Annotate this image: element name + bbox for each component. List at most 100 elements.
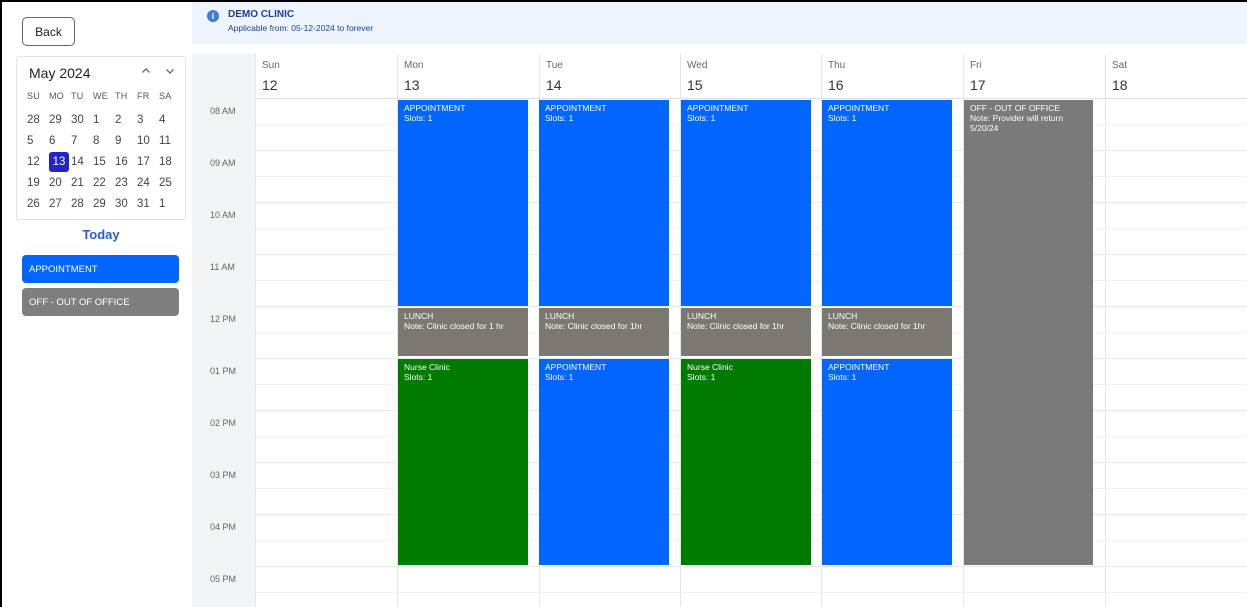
today-button[interactable]: Today bbox=[16, 227, 186, 242]
mini-calendar-day[interactable]: 25 bbox=[159, 173, 181, 193]
day-header-thu[interactable]: Thu 16 bbox=[821, 54, 963, 98]
mini-calendar-day[interactable]: 9 bbox=[115, 131, 137, 151]
event-detail: Slots: 1 bbox=[404, 372, 433, 382]
mini-calendar-day[interactable]: 1 bbox=[93, 110, 115, 130]
event-detail: Slots: 1 bbox=[545, 113, 574, 123]
day-date: 15 bbox=[687, 77, 703, 93]
main-panel: i DEMO CLINIC Applicable from: 05-12-202… bbox=[192, 2, 1247, 607]
mini-calendar-day[interactable]: 19 bbox=[27, 173, 49, 193]
event-appointment[interactable]: APPOINTMENT Slots: 1 bbox=[822, 359, 952, 565]
weekday-label: FR bbox=[137, 91, 150, 101]
chevron-down-icon[interactable] bbox=[165, 65, 175, 79]
mini-calendar-day[interactable]: 10 bbox=[137, 131, 159, 151]
mini-calendar-day[interactable]: 13 bbox=[49, 151, 69, 172]
applicable-range: Applicable from: 05-12-2024 to forever bbox=[228, 23, 374, 33]
time-label: 02 PM bbox=[210, 418, 237, 428]
mini-calendar-day[interactable]: 24 bbox=[137, 173, 159, 193]
legend-appointment[interactable]: APPOINTMENT bbox=[22, 255, 179, 283]
event-lunch[interactable]: LUNCH Note: Clinic closed for 1hr bbox=[681, 308, 811, 356]
day-date: 16 bbox=[828, 77, 844, 93]
event-appointment[interactable]: APPOINTMENT Slots: 1 bbox=[539, 100, 669, 306]
mini-calendar-day[interactable]: 27 bbox=[49, 194, 71, 214]
mini-calendar-day[interactable]: 15 bbox=[93, 152, 115, 172]
time-gutter: 08 AM 09 AM 10 AM 11 AM 12 PM 01 PM 02 P… bbox=[192, 54, 255, 607]
sidebar: Back May 2024 SU MO TU WE TH FR SA 28 29 3… bbox=[8, 2, 188, 607]
time-label: 12 PM bbox=[210, 314, 237, 324]
mini-calendar-day[interactable]: 20 bbox=[49, 173, 71, 193]
mini-calendar-month: May 2024 bbox=[29, 65, 91, 81]
day-header-sun[interactable]: Sun 12 bbox=[255, 54, 397, 98]
event-nurse-clinic[interactable]: Nurse Clinic Slots: 1 bbox=[398, 359, 528, 565]
legend-out-of-office[interactable]: OFF - OUT OF OFFICE bbox=[22, 288, 179, 316]
event-detail: Slots: 1 bbox=[687, 372, 716, 382]
app-frame: Back May 2024 SU MO TU WE TH FR SA 28 29 3… bbox=[0, 0, 1247, 607]
mini-calendar-day[interactable]: 7 bbox=[71, 131, 93, 151]
mini-calendar-day[interactable]: 3 bbox=[137, 110, 159, 130]
event-lunch[interactable]: LUNCH Note: Clinic closed for 1hr bbox=[822, 308, 952, 356]
event-detail: Note: Clinic closed for 1hr bbox=[687, 321, 785, 331]
day-date: 12 bbox=[262, 77, 278, 93]
mini-calendar-day[interactable]: 29 bbox=[49, 110, 71, 130]
mini-calendar-day[interactable]: 28 bbox=[27, 110, 49, 130]
event-appointment[interactable]: APPOINTMENT Slots: 1 bbox=[681, 100, 811, 306]
event-title: OFF - OUT OF OFFICE bbox=[970, 103, 1061, 113]
mini-calendar-weekdays: SU MO TU WE TH FR SA bbox=[27, 91, 181, 101]
event-appointment[interactable]: APPOINTMENT Slots: 1 bbox=[398, 100, 528, 306]
day-name: Wed bbox=[687, 60, 708, 71]
mini-calendar-day[interactable]: 2 bbox=[115, 110, 137, 130]
mini-calendar-day[interactable]: 30 bbox=[115, 194, 137, 214]
mini-calendar-day[interactable]: 8 bbox=[93, 131, 115, 151]
grid-line bbox=[255, 566, 1247, 567]
mini-calendar-day[interactable]: 17 bbox=[137, 152, 159, 172]
mini-calendar-day[interactable]: 12 bbox=[27, 152, 49, 172]
mini-calendar-day[interactable]: 28 bbox=[71, 194, 93, 214]
weekday-label: TU bbox=[71, 91, 84, 101]
day-header-wed[interactable]: Wed 15 bbox=[680, 54, 821, 98]
mini-calendar-day[interactable]: 14 bbox=[71, 152, 93, 172]
event-appointment[interactable]: APPOINTMENT Slots: 1 bbox=[822, 100, 952, 306]
event-lunch[interactable]: LUNCH Note: Clinic closed for 1hr bbox=[539, 308, 669, 356]
event-lunch[interactable]: LUNCH Note: Clinic closed for 1 hr bbox=[398, 308, 528, 356]
event-detail: Slots: 1 bbox=[687, 113, 716, 123]
weekday-label: SU bbox=[27, 91, 41, 101]
grid-line bbox=[255, 306, 1247, 307]
event-title: APPOINTMENT bbox=[828, 103, 890, 113]
time-label: 08 AM bbox=[210, 106, 236, 116]
event-title: Nurse Clinic bbox=[404, 362, 450, 372]
mini-calendar-day[interactable]: 23 bbox=[115, 173, 137, 193]
day-date: 13 bbox=[404, 77, 420, 93]
event-out-of-office[interactable]: OFF - OUT OF OFFICE Note: Provider will … bbox=[964, 100, 1093, 565]
mini-calendar-day[interactable]: 30 bbox=[71, 110, 93, 130]
mini-calendar-day[interactable]: 29 bbox=[93, 194, 115, 214]
mini-calendar-day[interactable]: 1 bbox=[159, 194, 181, 214]
event-title: APPOINTMENT bbox=[545, 362, 607, 372]
mini-calendar-day[interactable]: 21 bbox=[71, 173, 93, 193]
mini-calendar-day[interactable]: 16 bbox=[115, 152, 137, 172]
mini-calendar-day[interactable]: 26 bbox=[27, 194, 49, 214]
mini-calendar-day[interactable]: 31 bbox=[137, 194, 159, 214]
event-detail: 5/20/24 bbox=[970, 123, 999, 133]
mini-calendar-day[interactable]: 11 bbox=[159, 131, 181, 151]
weekday-label: WE bbox=[93, 91, 109, 101]
day-header-sat[interactable]: Sat 18 bbox=[1105, 54, 1247, 98]
mini-calendar-day[interactable]: 18 bbox=[159, 152, 181, 172]
mini-calendar-day[interactable]: 22 bbox=[93, 173, 115, 193]
mini-calendar-day[interactable]: 5 bbox=[27, 131, 49, 151]
day-header-mon[interactable]: Mon 13 bbox=[397, 54, 539, 98]
day-column bbox=[255, 98, 256, 607]
info-icon: i bbox=[207, 10, 219, 22]
mini-calendar-day[interactable]: 4 bbox=[159, 110, 181, 130]
back-button[interactable]: Back bbox=[22, 17, 75, 46]
time-label: 03 PM bbox=[210, 470, 237, 480]
event-appointment[interactable]: APPOINTMENT Slots: 1 bbox=[539, 359, 669, 565]
chevron-up-icon[interactable] bbox=[141, 65, 151, 79]
event-nurse-clinic[interactable]: Nurse Clinic Slots: 1 bbox=[681, 359, 811, 565]
event-detail: Slots: 1 bbox=[828, 113, 857, 123]
mini-calendar-day[interactable]: 6 bbox=[49, 131, 71, 151]
time-label: 04 PM bbox=[210, 522, 237, 532]
mini-calendar-week: 19 20 21 22 23 24 25 bbox=[27, 172, 181, 193]
day-header-tue[interactable]: Tue 14 bbox=[539, 54, 680, 98]
clinic-banner: i DEMO CLINIC Applicable from: 05-12-202… bbox=[192, 2, 1247, 44]
day-header-fri[interactable]: Fri 17 bbox=[963, 54, 1105, 98]
event-detail: Note: Clinic closed for 1 hr bbox=[404, 321, 504, 331]
